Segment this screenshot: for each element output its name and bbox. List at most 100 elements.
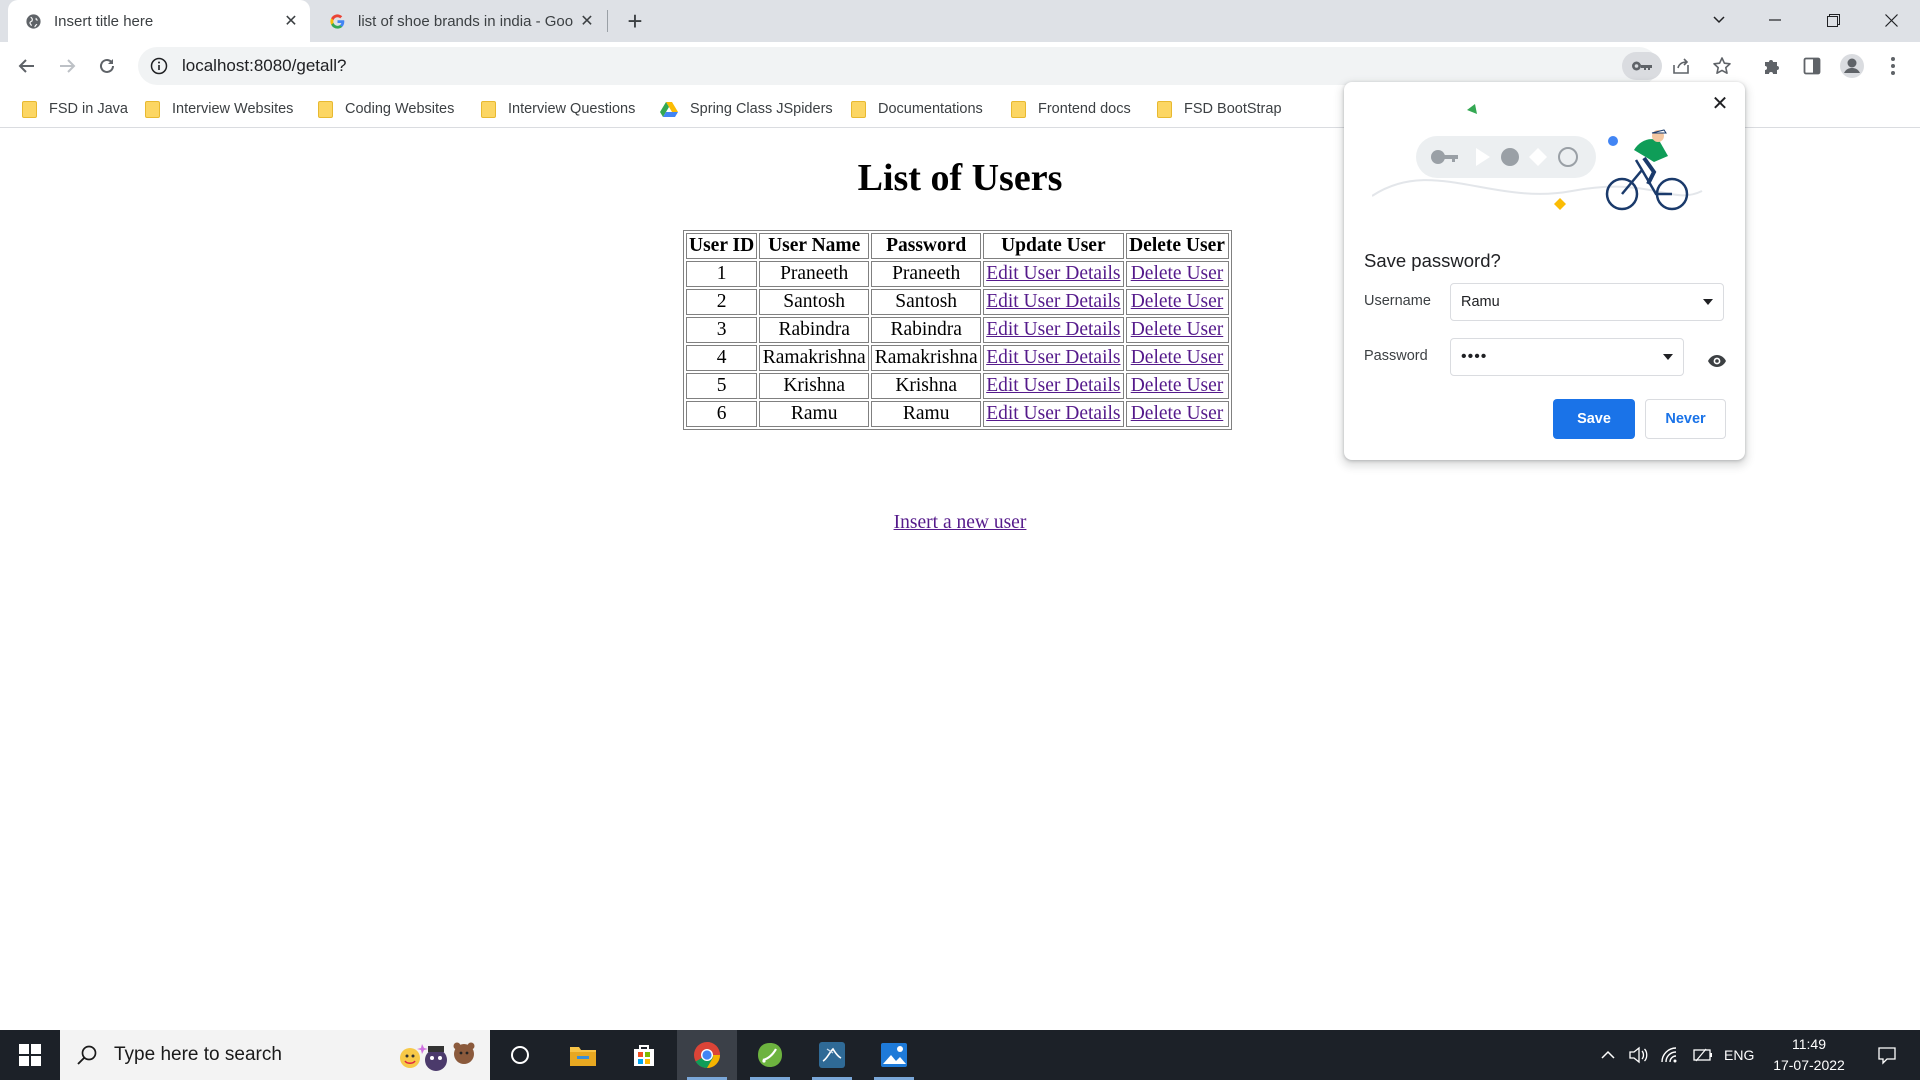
dropdown-caret-icon [1663,354,1673,360]
password-cell: Santosh [871,289,982,315]
tab-close-icon[interactable]: ✕ [574,8,600,34]
info-icon[interactable] [150,57,168,75]
profile-avatar-icon[interactable] [1835,49,1869,83]
user-id-cell: 2 [686,289,758,315]
taskbar-search-box[interactable]: Type here to search [60,1030,490,1080]
bookmark-label: Spring Class JSpiders [690,101,833,117]
show-hidden-icons-chevron-icon[interactable] [1600,1030,1616,1080]
table-row: 5 Krishna Krishna Edit User Details Dele… [686,373,1229,399]
folder-icon [481,100,496,118]
minimize-icon[interactable] [1752,0,1798,40]
bookmark-label: Documentations [878,101,983,117]
delete-user-link[interactable]: Delete User [1131,403,1224,424]
save-button[interactable]: Save [1553,399,1635,439]
new-tab-plus-icon[interactable]: + [620,6,650,36]
username-value: Ramu [1461,294,1500,310]
forward-arrow-icon[interactable] [50,49,84,83]
show-password-eye-icon[interactable] [1704,348,1730,374]
table-row: 4 Ramakrishna Ramakrishna Edit User Deta… [686,345,1229,371]
language-indicator[interactable]: ENG [1724,1030,1754,1080]
user-id-cell: 1 [686,261,758,287]
bookmark-item[interactable]: FSD in Java [22,97,128,121]
bookmark-label: Frontend docs [1038,101,1131,117]
restore-icon[interactable] [1810,0,1856,40]
folder-icon [318,100,333,118]
users-table: User ID User Name Password Update User D… [683,230,1232,430]
browser-tab-strip: Insert title here ✕ list of shoe brands … [0,0,1920,42]
bookmark-label: Interview Websites [172,101,294,117]
tab-close-icon[interactable]: ✕ [278,8,304,34]
table-row: 2 Santosh Santosh Edit User Details Dele… [686,289,1229,315]
password-illustration [1372,104,1703,211]
username-field[interactable]: Ramu [1450,283,1724,321]
folder-icon [1157,100,1172,118]
delete-user-link[interactable]: Delete User [1131,263,1224,284]
username-label: Username [1364,293,1431,309]
password-value: •••• [1461,348,1488,365]
bookmark-item[interactable]: Interview Websites [145,97,293,121]
insert-link-container: Insert a new user [0,512,1920,534]
photos-app-icon[interactable] [864,1030,924,1080]
spring-tool-suite-icon[interactable] [740,1030,800,1080]
bookmark-item[interactable]: Documentations [851,97,983,121]
bookmark-item[interactable]: Frontend docs [1011,97,1131,121]
share-icon[interactable] [1663,47,1699,85]
delete-cell: Delete User [1125,317,1229,343]
notification-center-icon[interactable] [1862,1030,1912,1080]
tab-active[interactable]: Insert title here ✕ [8,0,310,42]
delete-user-link[interactable]: Delete User [1131,319,1224,340]
mysql-workbench-icon[interactable] [802,1030,862,1080]
insert-new-user-link[interactable]: Insert a new user [894,512,1027,533]
delete-user-link[interactable]: Delete User [1131,347,1224,368]
bookmark-item[interactable]: Coding Websites [318,97,454,121]
edit-user-details-link[interactable]: Edit User Details [986,403,1120,424]
tab-title: Insert title here [54,12,154,30]
file-explorer-icon[interactable] [553,1030,613,1080]
chrome-icon[interactable] [677,1030,737,1080]
column-header-user-name: User Name [759,233,870,259]
password-field[interactable]: •••• [1450,338,1684,376]
windows-start-icon[interactable] [0,1030,60,1080]
user-name-cell: Ramu [759,401,870,427]
reload-icon[interactable] [90,49,124,83]
user-id-cell: 4 [686,345,758,371]
wifi-icon[interactable] [1660,1030,1680,1080]
extensions-puzzle-icon[interactable] [1755,49,1789,83]
delete-user-link[interactable]: Delete User [1131,291,1224,312]
bookmark-item[interactable]: Interview Questions [481,97,635,121]
battery-icon[interactable] [1692,1030,1714,1080]
bookmark-label: Coding Websites [345,101,455,117]
edit-user-details-link[interactable]: Edit User Details [986,291,1120,312]
window-close-icon[interactable] [1868,0,1914,40]
search-placeholder: Type here to search [114,1044,282,1065]
bookmark-star-icon[interactable] [1704,47,1740,85]
edit-user-details-link[interactable]: Edit User Details [986,263,1120,284]
url-text: localhost:8080/getall? [182,56,347,75]
taskbar-clock[interactable]: 11:49 17-07-2022 [1764,1034,1854,1076]
bookmark-item[interactable]: Spring Class JSpiders [660,97,833,121]
side-panel-icon[interactable] [1795,49,1829,83]
tab-inactive[interactable]: list of shoe brands in india - Goo ✕ [316,0,606,42]
edit-user-details-link[interactable]: Edit User Details [986,319,1120,340]
table-row: 6 Ramu Ramu Edit User Details Delete Use… [686,401,1229,427]
back-arrow-icon[interactable] [10,49,44,83]
edit-user-details-link[interactable]: Edit User Details [986,375,1120,396]
address-bar[interactable]: localhost:8080/getall? [138,47,1658,85]
google-drive-icon [660,101,678,117]
tab-search-chevron-icon[interactable] [1696,0,1742,40]
microsoft-store-icon[interactable] [614,1030,674,1080]
delete-cell: Delete User [1125,345,1229,371]
folder-icon [851,100,866,118]
volume-icon[interactable] [1628,1030,1648,1080]
bookmark-item[interactable]: FSD BootStrap [1157,97,1282,121]
cortana-circle-icon[interactable] [490,1030,550,1080]
never-button[interactable]: Never [1645,399,1726,439]
table-row: 3 Rabindra Rabindra Edit User Details De… [686,317,1229,343]
password-label: Password [1364,348,1428,364]
windows-taskbar: Type here to search ENG 11:49 17-07-2022 [0,1030,1920,1080]
delete-user-link[interactable]: Delete User [1131,375,1224,396]
menu-kebab-icon[interactable] [1876,49,1910,83]
edit-user-details-link[interactable]: Edit User Details [986,347,1120,368]
folder-icon [145,100,160,118]
password-key-icon[interactable] [1622,52,1662,80]
